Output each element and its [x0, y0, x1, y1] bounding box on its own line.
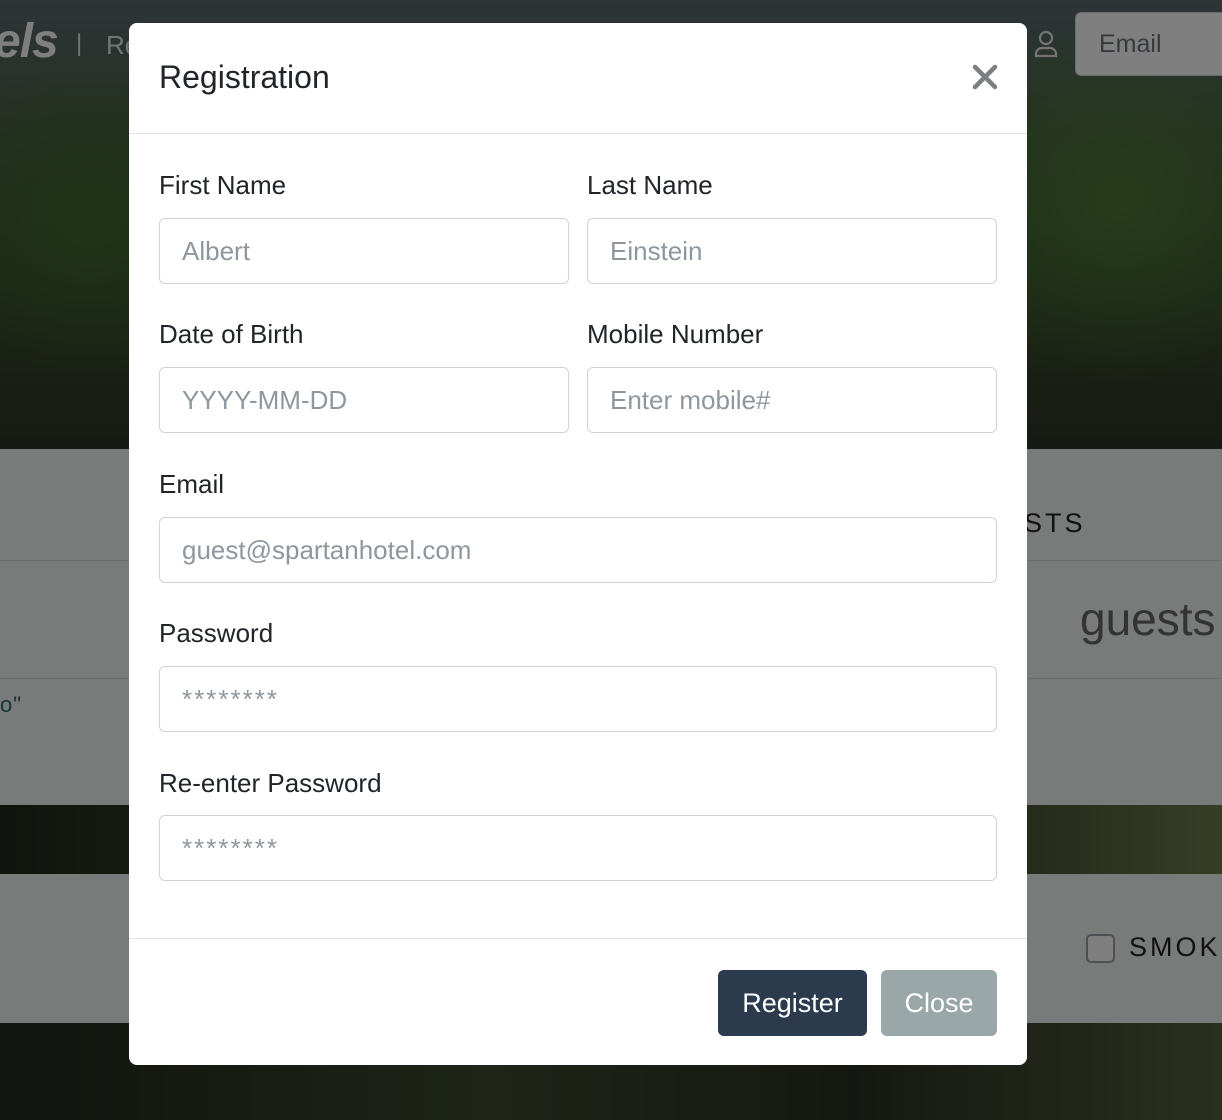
- first-name-input[interactable]: [159, 218, 569, 284]
- mobile-input[interactable]: [587, 367, 997, 433]
- register-button[interactable]: Register: [718, 970, 867, 1036]
- password-label: Password: [159, 618, 274, 648]
- modal-title: Registration: [159, 59, 330, 95]
- first-name-label: First Name: [159, 170, 287, 200]
- modal-header: Registration: [129, 23, 1027, 134]
- close-icon[interactable]: [967, 59, 1003, 95]
- registration-modal: Registration First Name Last Name Date o…: [129, 23, 1027, 1065]
- last-name-input[interactable]: [587, 218, 997, 284]
- email-label: Email: [159, 469, 225, 499]
- password-confirm-input[interactable]: [159, 815, 997, 881]
- dob-input[interactable]: [159, 367, 569, 433]
- email-input[interactable]: [159, 517, 997, 583]
- modal-footer: Register Close: [129, 938, 1027, 1065]
- last-name-label: Last Name: [587, 170, 713, 200]
- dob-label: Date of Birth: [159, 319, 304, 349]
- close-button[interactable]: Close: [881, 970, 997, 1036]
- password-confirm-label: Re-enter Password: [159, 768, 382, 798]
- password-input[interactable]: [159, 666, 997, 732]
- mobile-label: Mobile Number: [587, 319, 764, 349]
